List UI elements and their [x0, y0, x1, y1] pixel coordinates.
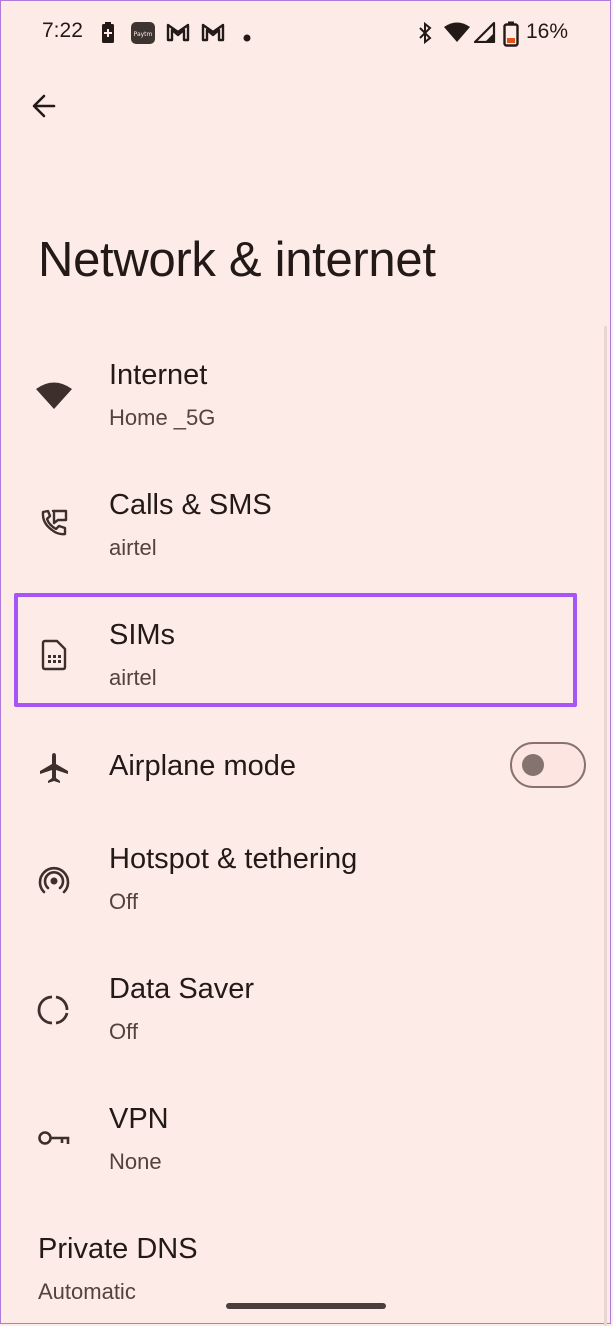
item-subtitle: airtel [109, 535, 157, 560]
data-saver-icon [34, 990, 74, 1030]
list-item-calls-sms[interactable]: Calls & SMS airtel [0, 480, 613, 590]
item-subtitle: None [109, 1149, 162, 1174]
battery-saver-icon [100, 21, 116, 50]
item-title: Calls & SMS [109, 489, 272, 521]
status-time: 7:22 [42, 19, 83, 42]
arrow-back-icon [32, 94, 56, 118]
item-title: Internet [109, 359, 208, 391]
gmail-icon [166, 21, 190, 48]
item-title: Airplane mode [109, 750, 296, 782]
wifi-icon [34, 375, 74, 415]
list-item-private-dns[interactable]: Private DNS Automatic [0, 1224, 613, 1314]
battery-percent: 16% [526, 20, 569, 43]
wifi-icon [443, 21, 471, 48]
sims-highlight-box [14, 593, 577, 707]
list-item-hotspot[interactable]: Hotspot & tethering Off [0, 834, 613, 944]
toggle-knob [522, 754, 544, 776]
back-button[interactable] [22, 84, 66, 128]
item-subtitle: Off [109, 1019, 138, 1044]
cell-signal-icon [472, 21, 496, 48]
paytm-icon: Paytm [131, 21, 155, 50]
item-subtitle: Automatic [38, 1279, 136, 1304]
calls-sms-icon [34, 503, 74, 543]
item-title: VPN [109, 1103, 169, 1135]
page-title: Network & internet [38, 233, 436, 287]
list-item-data-saver[interactable]: Data Saver Off [0, 964, 613, 1074]
item-subtitle: Home _5G [109, 405, 216, 430]
dot-icon [243, 29, 251, 47]
vpn-key-icon [34, 1118, 74, 1158]
svg-text:Paytm: Paytm [134, 31, 153, 38]
item-title: Private DNS [38, 1233, 198, 1265]
airplane-mode-toggle[interactable] [510, 742, 586, 788]
gmail-icon [201, 21, 225, 48]
bluetooth-icon [416, 21, 434, 50]
battery-icon [503, 21, 519, 52]
hotspot-icon [34, 860, 74, 900]
item-subtitle: Off [109, 889, 138, 914]
list-item-internet[interactable]: Internet Home _5G [0, 350, 613, 460]
status-bar: 7:22 Paytm 16% [0, 0, 613, 66]
list-item-vpn[interactable]: VPN None [0, 1094, 613, 1204]
item-title: Hotspot & tethering [109, 843, 358, 875]
home-indicator[interactable] [226, 1303, 386, 1309]
item-title: Data Saver [109, 973, 255, 1005]
airplane-icon [34, 748, 74, 788]
